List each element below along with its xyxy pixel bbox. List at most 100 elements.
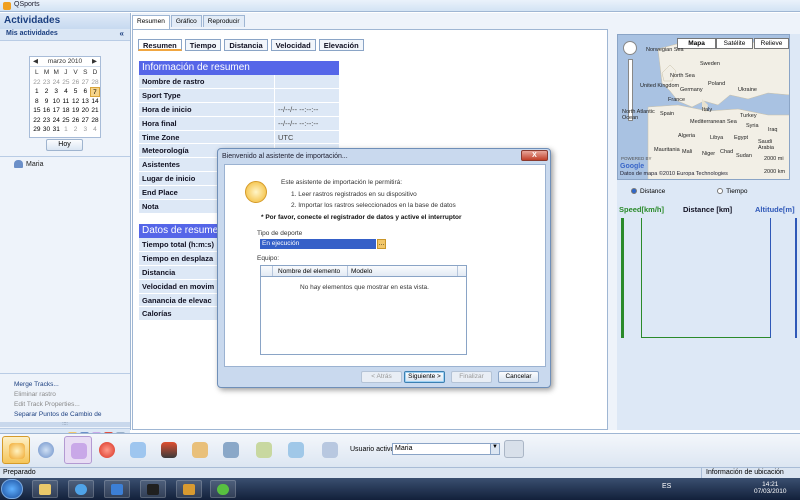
split-change-points-link[interactable]: Separar Puntos de Cambio de bbox=[0, 410, 130, 420]
subtab-elevation[interactable]: Elevación bbox=[318, 39, 364, 51]
calendar-day[interactable]: 20 bbox=[80, 106, 90, 116]
hand-icon[interactable] bbox=[124, 436, 152, 464]
devices-icon[interactable] bbox=[316, 436, 344, 464]
wizard-icon[interactable] bbox=[2, 436, 30, 464]
edit-track-properties-link[interactable]: Edit Track Properties... bbox=[0, 400, 130, 410]
column-model[interactable]: Modelo bbox=[348, 266, 458, 276]
calendar-day[interactable]: 2 bbox=[71, 125, 81, 135]
qsports-taskbar-icon[interactable] bbox=[210, 480, 236, 498]
browser-taskbar-icon[interactable] bbox=[68, 480, 94, 498]
sport-browse-icon[interactable]: … bbox=[377, 239, 386, 249]
subtab-speed[interactable]: Velocidad bbox=[270, 39, 316, 51]
tab-chart[interactable]: Gráfico bbox=[170, 15, 202, 27]
calendar-day[interactable]: 25 bbox=[61, 78, 71, 88]
radio-selected-icon[interactable] bbox=[631, 188, 637, 195]
clock[interactable]: 14:21 07/03/2010 bbox=[754, 481, 787, 495]
sport-type-select[interactable]: En ejecución bbox=[260, 239, 376, 249]
mortar-icon[interactable] bbox=[250, 436, 278, 464]
distance-option[interactable]: Distance bbox=[631, 188, 665, 195]
satellite-icon[interactable] bbox=[217, 436, 245, 464]
console-taskbar-icon[interactable] bbox=[140, 480, 166, 498]
calendar-day[interactable]: 27 bbox=[80, 116, 90, 126]
calendar-day[interactable]: 19 bbox=[71, 106, 81, 116]
calendar-day[interactable]: 16 bbox=[42, 106, 52, 116]
collapse-chevron-icon[interactable]: « bbox=[120, 29, 124, 38]
calendar-day[interactable]: 4 bbox=[90, 125, 100, 135]
calendar-day[interactable]: 28 bbox=[90, 78, 100, 88]
calendar-day[interactable]: 11 bbox=[61, 97, 71, 107]
calendar-day[interactable]: 29 bbox=[32, 125, 42, 135]
calendar-day[interactable]: 17 bbox=[51, 106, 61, 116]
next-month-icon[interactable]: ▶ bbox=[92, 57, 97, 67]
language-indicator[interactable]: ES bbox=[662, 483, 671, 490]
next-button[interactable]: Siguiente > bbox=[404, 371, 445, 383]
calendar-day[interactable]: 24 bbox=[51, 78, 61, 88]
time-option[interactable]: Tiempo bbox=[717, 188, 748, 195]
calendar-day[interactable]: 10 bbox=[51, 97, 61, 107]
calendar-day[interactable]: 22 bbox=[32, 116, 42, 126]
calendar-day[interactable]: 1 bbox=[61, 125, 71, 135]
calendar-day[interactable]: 12 bbox=[71, 97, 81, 107]
map-type-satellite[interactable]: Satélite bbox=[716, 38, 753, 49]
media-taskbar-icon[interactable] bbox=[104, 480, 130, 498]
calendar-day[interactable]: 30 bbox=[42, 125, 52, 135]
calendar-day[interactable]: 25 bbox=[61, 116, 71, 126]
calendar-day[interactable]: 1 bbox=[32, 87, 42, 97]
radio-icon[interactable] bbox=[717, 188, 724, 195]
tab-summary[interactable]: Resumen bbox=[132, 15, 170, 29]
subtab-distance[interactable]: Distancia bbox=[224, 39, 268, 51]
apple-icon[interactable] bbox=[93, 436, 121, 464]
sidebar-splitter[interactable]: :::: bbox=[0, 422, 130, 427]
sidebar-section-header[interactable]: Mis actividades « bbox=[0, 29, 130, 41]
start-button[interactable] bbox=[1, 479, 23, 499]
calendar-day[interactable]: 3 bbox=[51, 87, 61, 97]
calendar-day[interactable]: 13 bbox=[80, 97, 90, 107]
checkbox-column[interactable] bbox=[261, 266, 273, 276]
calendar-day[interactable]: 3 bbox=[80, 125, 90, 135]
calendar-day[interactable]: 28 bbox=[90, 116, 100, 126]
cancel-button[interactable]: Cancelar bbox=[498, 371, 539, 383]
calendar-day[interactable]: 31 bbox=[51, 125, 61, 135]
tab-play[interactable]: Reproducir bbox=[202, 15, 245, 27]
calendar-day[interactable]: 24 bbox=[51, 116, 61, 126]
app-taskbar-icon[interactable] bbox=[176, 480, 202, 498]
merge-tracks-link[interactable]: Merge Tracks... bbox=[0, 380, 130, 390]
calendar-day[interactable]: 26 bbox=[71, 116, 81, 126]
calendar-day[interactable]: 4 bbox=[61, 87, 71, 97]
map-view[interactable]: Mapa Satélite Relieve Norwegian Sea Swed… bbox=[617, 34, 790, 180]
bag-icon[interactable] bbox=[186, 436, 214, 464]
calendar-day[interactable]: 22 bbox=[32, 78, 42, 88]
helmet-icon[interactable] bbox=[155, 436, 183, 464]
explorer-taskbar-icon[interactable] bbox=[32, 480, 58, 498]
athlete-item[interactable]: Maria bbox=[14, 160, 44, 168]
calendar-day[interactable]: 18 bbox=[61, 106, 71, 116]
notes-icon[interactable] bbox=[64, 436, 92, 464]
subtab-time[interactable]: Tiempo bbox=[184, 39, 222, 51]
column-item-name[interactable]: Nombre del elemento bbox=[273, 266, 348, 276]
calendar-day[interactable]: 15 bbox=[32, 106, 42, 116]
equipment-list[interactable]: Nombre del elemento Modelo No hay elemen… bbox=[260, 265, 467, 355]
active-user-select[interactable]: Maria ▼ bbox=[392, 443, 500, 455]
finish-button[interactable]: Finalizar bbox=[451, 371, 492, 383]
close-icon[interactable]: X bbox=[521, 150, 548, 161]
calendar-day[interactable]: 14 bbox=[90, 97, 100, 107]
calendar-day[interactable]: 6 bbox=[80, 87, 90, 97]
user-card-icon[interactable] bbox=[504, 440, 524, 458]
calendar-day[interactable]: 21 bbox=[90, 106, 100, 116]
subtab-summary[interactable]: Resumen bbox=[138, 39, 182, 51]
chevron-down-icon[interactable]: ▼ bbox=[490, 444, 499, 454]
prev-month-icon[interactable]: ◀ bbox=[33, 57, 38, 67]
delete-track-link[interactable]: Eliminar rastro bbox=[0, 390, 130, 400]
calendar-day[interactable]: 5 bbox=[71, 87, 81, 97]
map-type-terrain[interactable]: Relieve bbox=[754, 38, 789, 49]
calendar-day[interactable]: 27 bbox=[80, 78, 90, 88]
earth-icon[interactable] bbox=[32, 436, 60, 464]
calendar-day[interactable]: 7 bbox=[90, 87, 100, 97]
today-button[interactable]: Hoy bbox=[46, 139, 83, 151]
calendar-day[interactable]: 26 bbox=[71, 78, 81, 88]
calendar-day[interactable]: 9 bbox=[42, 97, 52, 107]
calendar-day[interactable]: 8 bbox=[32, 97, 42, 107]
map-pan-control[interactable] bbox=[623, 41, 637, 55]
calendar-day[interactable]: 23 bbox=[42, 78, 52, 88]
back-button[interactable]: < Atrás bbox=[361, 371, 402, 383]
